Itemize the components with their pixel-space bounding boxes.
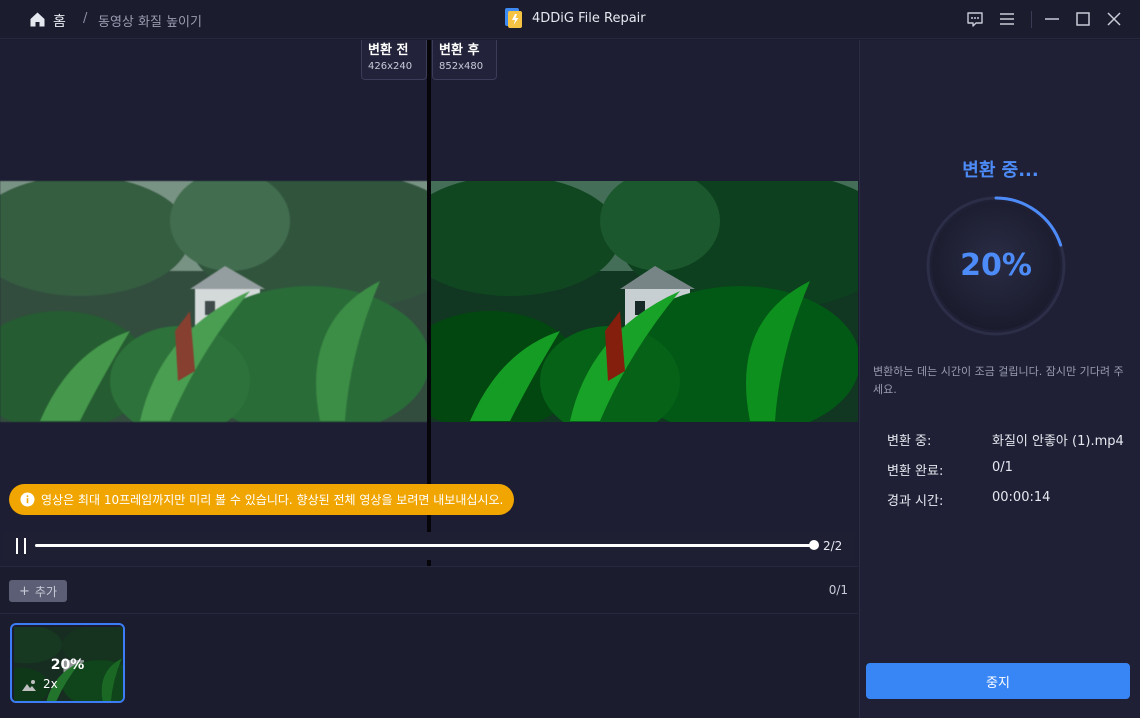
menu-icon bbox=[1000, 13, 1014, 25]
video-after bbox=[430, 181, 858, 422]
progress-percent: 20% bbox=[960, 248, 1032, 283]
app-logo-icon bbox=[505, 8, 522, 28]
progress-panel: 변환 중... 20% 변환하는 데는 시간이 조금 걸립니다. 잠시만 기다려… bbox=[859, 40, 1140, 718]
jungle-scene-after bbox=[430, 181, 858, 422]
home-icon[interactable] bbox=[29, 11, 46, 28]
close-button[interactable] bbox=[1104, 9, 1124, 29]
video-thumbnail[interactable]: 20% 2x bbox=[10, 623, 125, 703]
comparison-preview: 변환 전 426x240 변환 후 852x480 영상은 최대 10프레임까지… bbox=[0, 40, 858, 566]
after-tag: 변환 후 852x480 bbox=[432, 40, 497, 80]
minimize-button[interactable] bbox=[1042, 9, 1062, 29]
stop-button[interactable]: 중지 bbox=[866, 663, 1130, 699]
file-toolbar: + 추가 0/1 bbox=[0, 566, 858, 614]
thumbnail-scale: 2x bbox=[43, 677, 58, 691]
feedback-icon bbox=[967, 12, 983, 27]
playback-bar: 2/2 bbox=[3, 532, 855, 560]
thumbnail-strip: 20% 2x bbox=[0, 615, 858, 718]
minimize-icon bbox=[1045, 18, 1059, 20]
preview-notice: 영상은 최대 10프레임까지만 미리 볼 수 있습니다. 향상된 전체 영상을 … bbox=[9, 484, 515, 515]
status-label-converting: 변환 중: bbox=[887, 434, 932, 449]
feedback-button[interactable] bbox=[965, 9, 985, 29]
app-window: 홈 / 동영상 화질 높이기 4DDiG File Repair 변환 전 42… bbox=[0, 0, 1140, 718]
thumbnail-progress: 20% bbox=[50, 657, 85, 673]
status-value-completed: 0/1 bbox=[992, 460, 1013, 475]
breadcrumb-current: 동영상 화질 높이기 bbox=[98, 15, 202, 30]
plus-icon: + bbox=[19, 583, 30, 599]
before-label: 변환 전 bbox=[368, 43, 409, 58]
menu-button[interactable] bbox=[997, 9, 1017, 29]
frame-counter: 2/2 bbox=[823, 539, 843, 553]
progress-title: 변환 중... bbox=[962, 160, 1039, 181]
add-button[interactable]: + 추가 bbox=[9, 580, 67, 602]
after-resolution: 852x480 bbox=[439, 61, 484, 72]
breadcrumb-home[interactable]: 홈 bbox=[53, 11, 66, 31]
status-label-completed: 변환 완료: bbox=[887, 464, 944, 479]
before-tag: 변환 전 426x240 bbox=[361, 40, 427, 80]
pause-icon[interactable] bbox=[14, 538, 28, 554]
maximize-icon bbox=[1076, 12, 1090, 26]
info-icon bbox=[20, 492, 35, 507]
after-label: 변환 후 bbox=[439, 43, 480, 58]
upscale-icon bbox=[22, 680, 36, 691]
status-value-elapsed: 00:00:14 bbox=[992, 490, 1051, 505]
file-count: 0/1 bbox=[828, 583, 848, 597]
playback-track[interactable] bbox=[35, 544, 815, 547]
preview-notice-text: 영상은 최대 10프레임까지만 미리 볼 수 있습니다. 향상된 전체 영상을 … bbox=[41, 493, 504, 507]
status-label-elapsed: 경과 시간: bbox=[887, 494, 944, 509]
close-icon bbox=[1107, 12, 1121, 26]
progress-ring: 20% bbox=[926, 196, 1074, 344]
title-bar: 홈 / 동영상 화질 높이기 4DDiG File Repair bbox=[0, 0, 1140, 39]
add-button-label: 추가 bbox=[34, 584, 57, 599]
status-value-converting: 화질이 안좋아 (1).mp4 bbox=[992, 434, 1124, 449]
maximize-button[interactable] bbox=[1073, 9, 1093, 29]
progress-note: 변환하는 데는 시간이 조금 걸립니다. 잠시만 기다려 주세요. bbox=[873, 365, 1124, 396]
before-resolution: 426x240 bbox=[368, 61, 413, 72]
app-title: 4DDiG File Repair bbox=[532, 11, 646, 26]
titlebar-divider bbox=[1031, 11, 1032, 28]
breadcrumb-separator: / bbox=[83, 11, 88, 26]
video-before bbox=[0, 181, 428, 422]
jungle-scene-before bbox=[0, 181, 428, 422]
playback-knob[interactable] bbox=[809, 540, 819, 550]
